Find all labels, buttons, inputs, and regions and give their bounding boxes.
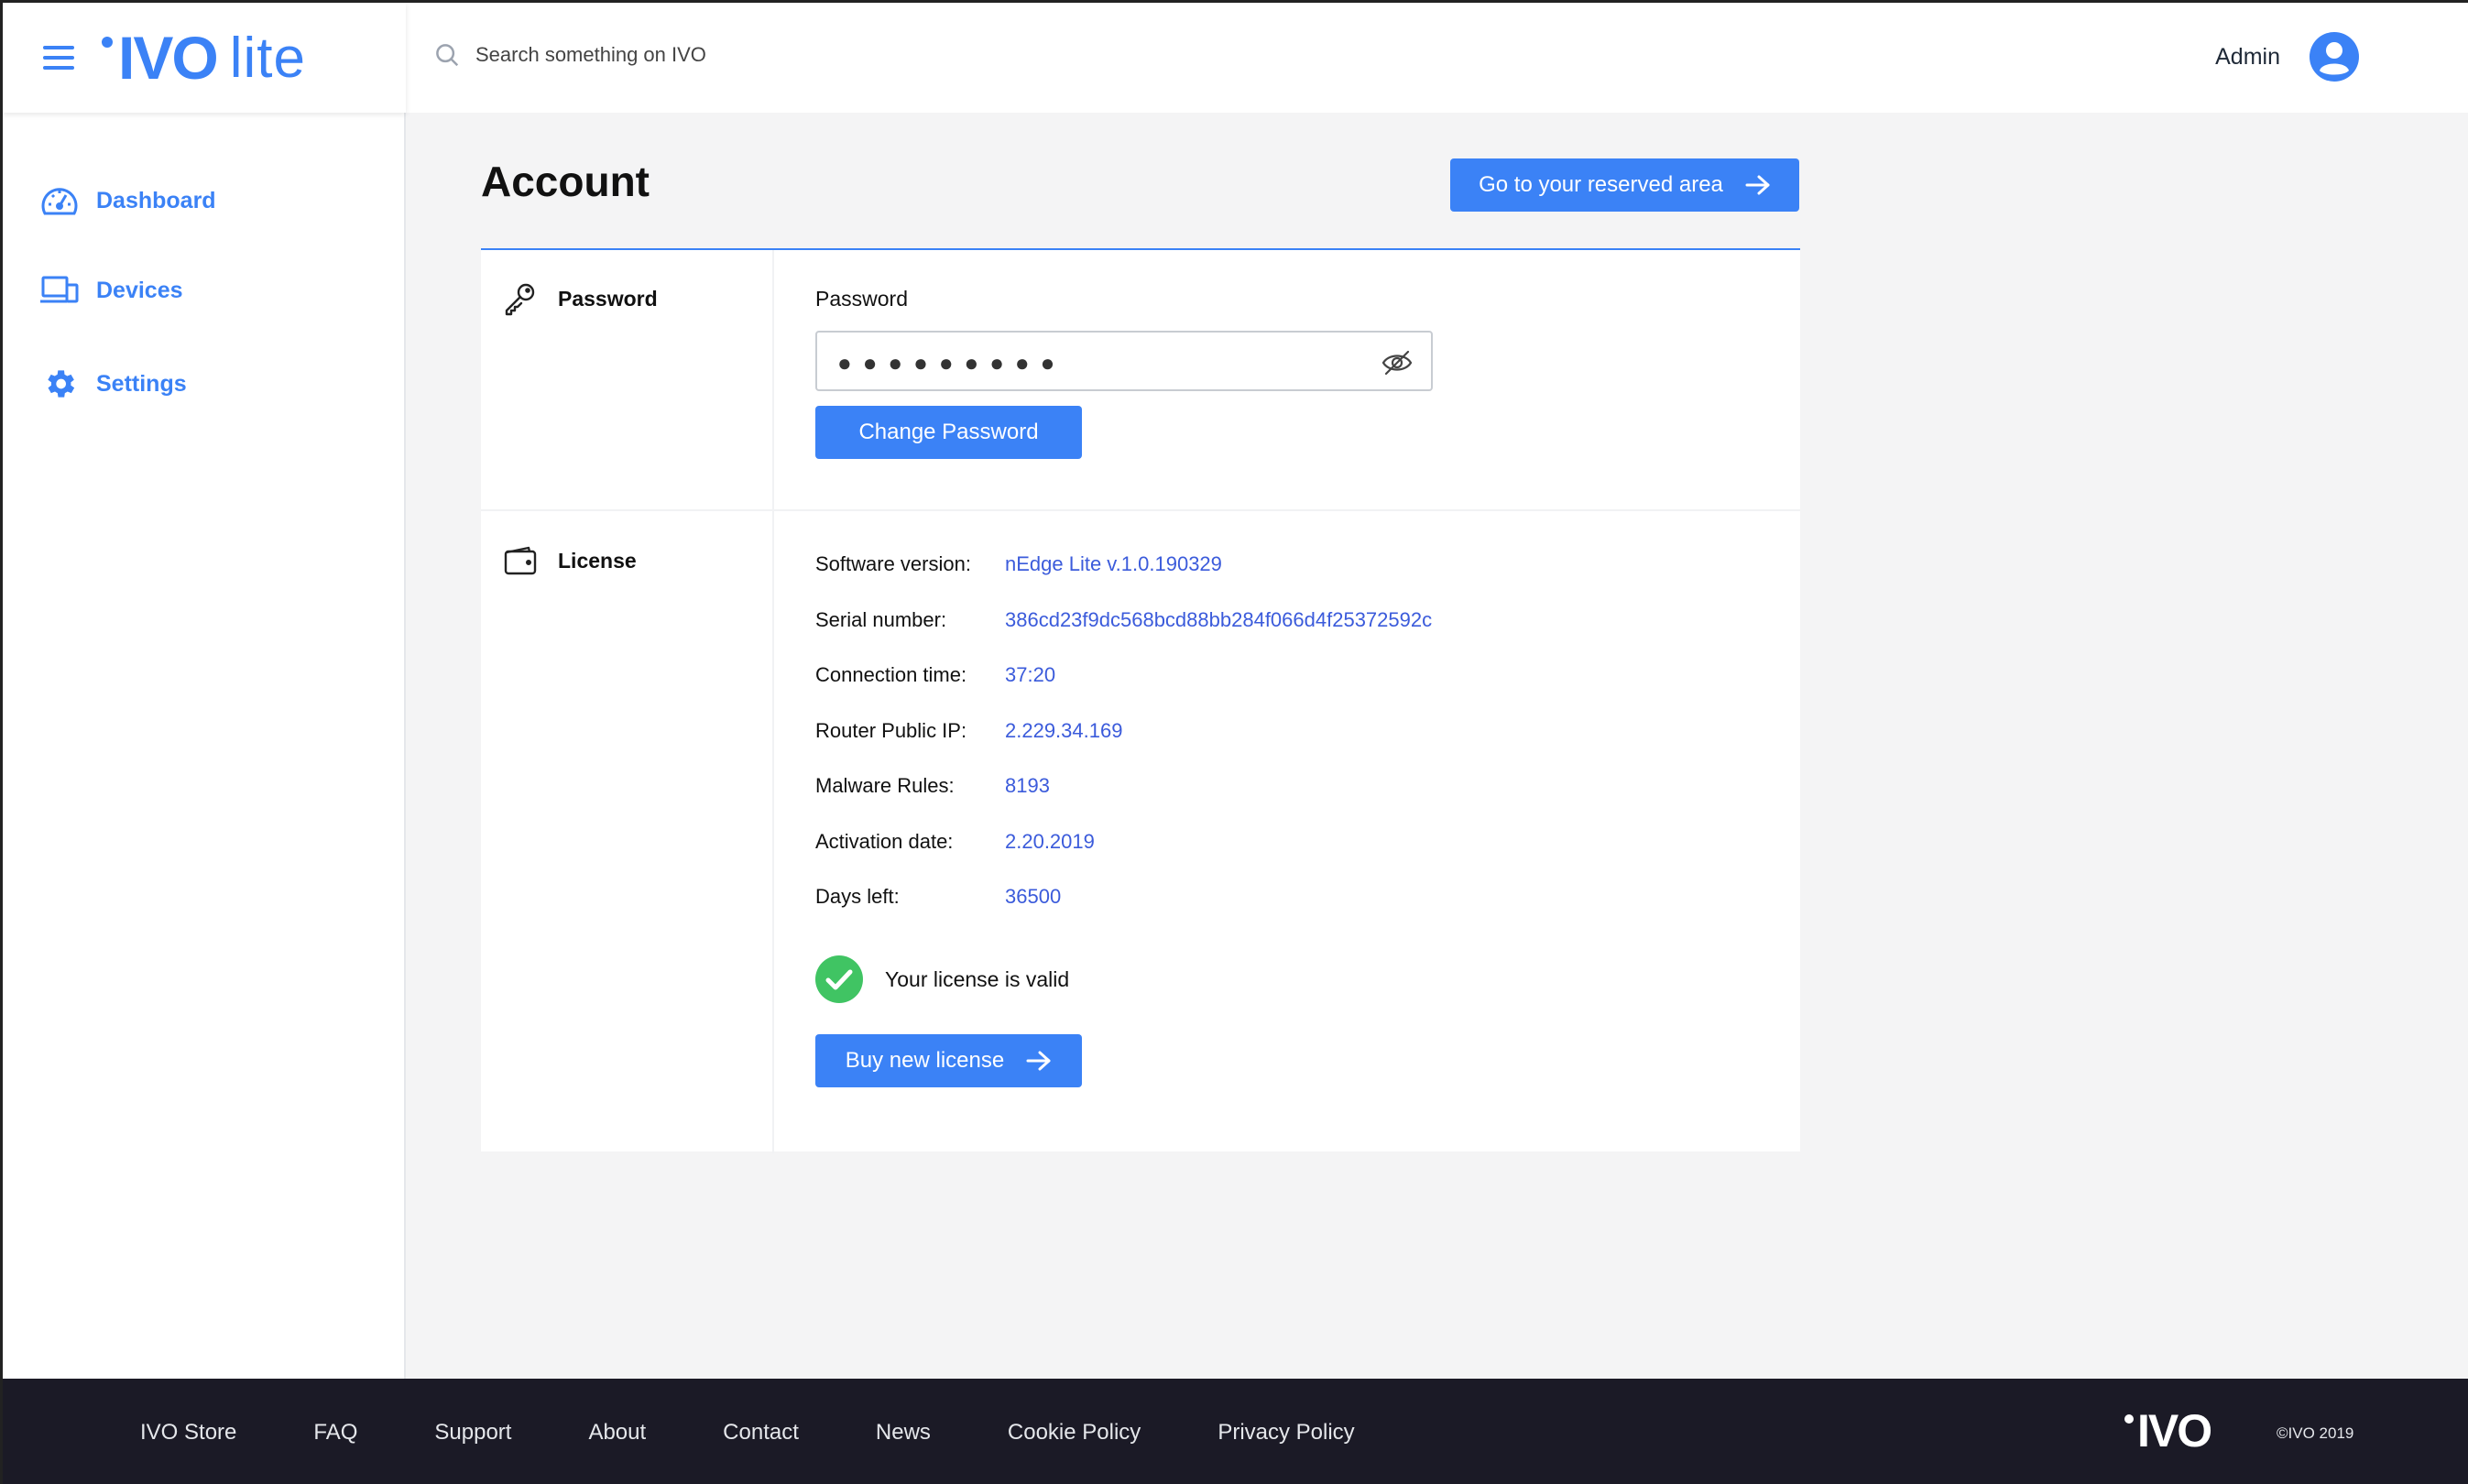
license-row-value: 36500 <box>1005 885 1062 908</box>
license-row-key: Software version: <box>815 552 971 575</box>
license-row-key: Days left: <box>815 885 900 908</box>
footer: IVO Store FAQ Support About Contact News… <box>3 1379 2468 1484</box>
user-menu[interactable]: Admin <box>2215 32 2359 82</box>
logo-dot <box>102 37 113 48</box>
sidebar-item-dashboard[interactable]: Dashboard <box>39 182 216 219</box>
footer-link-contact[interactable]: Contact <box>723 1420 799 1446</box>
footer-links: IVO Store FAQ Support About Contact News… <box>140 1379 1432 1484</box>
user-name[interactable]: Admin <box>2215 44 2280 71</box>
arrow-right-icon <box>1026 1051 1051 1071</box>
footer-link-about[interactable]: About <box>588 1420 646 1446</box>
footer-logo-dot <box>2124 1414 2134 1424</box>
hamburger-menu-icon[interactable] <box>43 46 74 70</box>
license-row-key: Activation date: <box>815 830 954 853</box>
footer-link-cookie-policy[interactable]: Cookie Policy <box>1008 1420 1141 1446</box>
password-section-label: Password <box>503 281 658 316</box>
password-masked-value: ●●●●●●●●● <box>837 349 1066 376</box>
search-input[interactable]: Search something on IVO <box>475 43 706 67</box>
buy-license-button[interactable]: Buy new license <box>815 1034 1082 1087</box>
account-card: Password Password ●●●●●●●●● Change Passw… <box>481 248 1800 1153</box>
sidebar-item-label: Settings <box>96 370 187 397</box>
copyright: ©IVO 2019 <box>2277 1424 2354 1442</box>
password-field-label: Password <box>815 287 908 311</box>
devices-icon <box>40 276 79 303</box>
sidebar-item-label: Dashboard <box>96 187 216 213</box>
password-input[interactable]: ●●●●●●●●● <box>815 331 1433 391</box>
arrow-right-icon <box>1745 175 1770 195</box>
wallet-icon <box>504 546 537 575</box>
user-avatar-icon[interactable] <box>2310 32 2359 82</box>
search-bar[interactable]: Search something on IVO <box>433 41 706 69</box>
license-status: Your license is valid <box>815 955 1069 1003</box>
dashboard-gauge-icon <box>41 188 78 215</box>
footer-link-faq[interactable]: FAQ <box>313 1420 357 1446</box>
license-row-key: Router Public IP: <box>815 719 967 742</box>
reserved-area-label: Go to your reserved area <box>1479 172 1723 197</box>
logo-suffix: lite <box>229 26 306 90</box>
license-status-text: Your license is valid <box>885 966 1070 991</box>
eye-off-icon[interactable] <box>1381 349 1413 376</box>
license-row-value: 8193 <box>1005 774 1050 797</box>
footer-logo[interactable]: IVO <box>2124 1404 2212 1457</box>
footer-link-support[interactable]: Support <box>434 1420 511 1446</box>
page-title: Account <box>481 158 650 205</box>
search-icon <box>436 44 459 67</box>
sidebar-item-settings[interactable]: Settings <box>39 366 187 402</box>
footer-link-privacy-policy[interactable]: Privacy Policy <box>1218 1420 1354 1446</box>
license-section-label: License <box>503 545 637 576</box>
license-row-key: Malware Rules: <box>815 774 955 797</box>
footer-logo-text: IVO <box>2137 1405 2212 1457</box>
ivo-lite-logo[interactable]: IVO lite <box>102 23 306 93</box>
license-section-title: License <box>558 548 637 573</box>
top-bar: IVO lite Search something on IVO Admin <box>3 3 2468 113</box>
sidebar-item-label: Devices <box>96 277 183 303</box>
logo-text: IVO <box>118 24 219 92</box>
sidebar: Dashboard Devices Settings <box>3 113 406 1379</box>
sidebar-item-devices[interactable]: Devices <box>39 274 183 307</box>
key-icon <box>505 283 535 316</box>
license-row-value: 2.229.34.169 <box>1005 719 1123 742</box>
change-password-button[interactable]: Change Password <box>815 406 1082 459</box>
gear-icon <box>48 370 75 398</box>
card-column-divider <box>772 250 774 1153</box>
license-row-key: Serial number: <box>815 608 947 631</box>
brand-area: IVO lite <box>3 3 406 113</box>
password-section-title: Password <box>558 286 658 311</box>
license-row-value: 2.20.2019 <box>1005 830 1095 853</box>
card-section-divider <box>481 509 1800 511</box>
license-row-value: nEdge Lite v.1.0.190329 <box>1005 552 1222 575</box>
footer-link-ivo-store[interactable]: IVO Store <box>140 1420 236 1446</box>
app-window: IVO lite Search something on IVO Admin D… <box>0 0 2468 1484</box>
buy-license-label: Buy new license <box>845 1048 1005 1073</box>
reserved-area-button[interactable]: Go to your reserved area <box>1450 158 1799 212</box>
license-row-value: 386cd23f9dc568bcd88bb284f066d4f25372592c <box>1005 608 1433 631</box>
license-row-key: Connection time: <box>815 663 967 686</box>
license-row-value: 37:20 <box>1005 663 1056 686</box>
check-circle-icon <box>815 955 863 1003</box>
footer-link-news[interactable]: News <box>876 1420 931 1446</box>
